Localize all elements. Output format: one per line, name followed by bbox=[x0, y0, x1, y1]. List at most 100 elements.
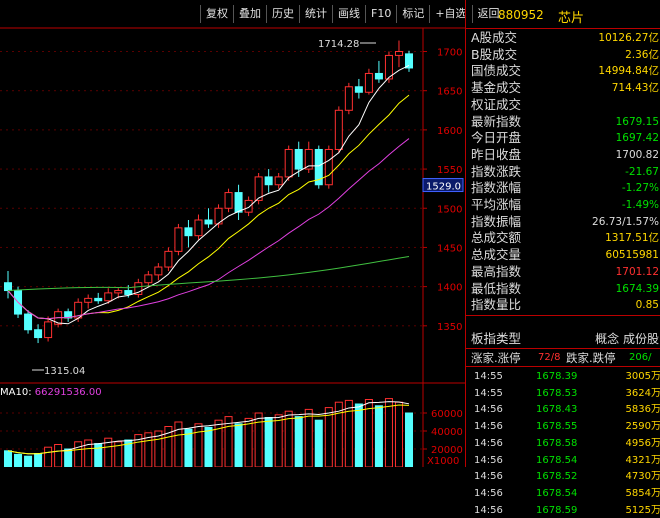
tick-volume: 2590万 bbox=[625, 421, 660, 433]
toolbar-stats-button[interactable]: 统计 bbox=[299, 5, 332, 23]
candle-body bbox=[234, 192, 243, 213]
volume-bar bbox=[394, 401, 403, 468]
quote-row-label: 今日开盘 bbox=[471, 130, 522, 146]
tick-volume: 4730万 bbox=[625, 471, 660, 483]
price-axis-label: 1400 bbox=[437, 283, 462, 294]
tick-price: 1678.53 bbox=[536, 387, 578, 399]
toolbar-draw-button[interactable]: 画线 bbox=[332, 5, 365, 23]
kline-chart[interactable]: 1700 1650 1600 1550 1500 1450 1400 1350 1529.0 17… bbox=[0, 0, 500, 468]
candle-body bbox=[3, 282, 13, 292]
quote-row-value: 26.73/1.57% bbox=[592, 215, 659, 228]
candle-body bbox=[154, 266, 163, 276]
ma10-readout: MA10: 66291536.00 bbox=[0, 387, 102, 398]
tick-price: 1678.43 bbox=[536, 404, 578, 416]
down-count-value: 206/ bbox=[629, 352, 652, 363]
low-price-label: 1315.04 bbox=[44, 366, 85, 377]
toolbar-f10-button[interactable]: F10 bbox=[365, 5, 396, 23]
candle-body bbox=[164, 250, 173, 268]
volume-bar bbox=[384, 398, 393, 468]
toolbar-fuquan-button[interactable]: 复权 bbox=[200, 5, 233, 23]
volume-bar bbox=[34, 453, 43, 468]
quote-row-value: -1.49% bbox=[621, 199, 659, 211]
volume-bar bbox=[194, 423, 203, 468]
quote-row-label: B股成交 bbox=[471, 46, 518, 62]
volume-bar bbox=[94, 443, 103, 468]
quote-row-value: 1679.15 bbox=[615, 115, 659, 128]
toolbar-history-button[interactable]: 历史 bbox=[266, 5, 299, 23]
price-axis-label: 1650 bbox=[437, 87, 462, 98]
candle-body bbox=[24, 313, 33, 331]
candle-body bbox=[244, 199, 253, 213]
up-count-label: 涨家.涨停 bbox=[471, 351, 521, 365]
price-axis-label: 1700 bbox=[437, 48, 462, 59]
tick-time: 14:56 bbox=[474, 487, 503, 499]
ma60-line bbox=[7, 255, 410, 292]
quote-row-label: 昨日收盘 bbox=[471, 146, 522, 162]
quote-row-label: 指数涨幅 bbox=[471, 180, 522, 196]
tick-row: 14:56 1678.54 5854万 bbox=[466, 486, 660, 501]
candle-body bbox=[224, 192, 233, 209]
chart-toolbar: 复权 叠加 历史 统计 画线 F10 标记 +自选 返回 bbox=[200, 5, 505, 23]
quote-row-value: 10126.27亿 bbox=[598, 32, 659, 44]
volume-bar bbox=[204, 426, 213, 468]
candle-body bbox=[284, 148, 293, 178]
quote-row-value: 60515981 bbox=[605, 249, 659, 262]
candle-body bbox=[324, 148, 333, 186]
volume-bar bbox=[254, 412, 263, 468]
volume-bar bbox=[54, 444, 63, 468]
quote-row-value: 1701.12 bbox=[615, 265, 659, 278]
quote-row: 最高指数 1701.12 bbox=[466, 264, 660, 280]
tick-volume: 5836万 bbox=[625, 404, 660, 416]
quote-row-label: 总成交额 bbox=[471, 230, 522, 246]
divider bbox=[466, 315, 660, 316]
current-price-tag-label: 1529.0 bbox=[426, 182, 461, 193]
volume-bar bbox=[364, 399, 373, 468]
volume-bar bbox=[234, 423, 243, 468]
stock-header: 880952 芯片 bbox=[466, 5, 660, 27]
quote-row-label: 基金成交 bbox=[471, 80, 522, 96]
price-axis-label: 1350 bbox=[437, 322, 462, 333]
volume-bar bbox=[404, 412, 414, 468]
tick-volume: 3005万 bbox=[625, 371, 660, 382]
tick-time: 14:56 bbox=[474, 437, 503, 449]
tick-price: 1678.55 bbox=[536, 421, 578, 433]
quote-row: 权证成交 bbox=[466, 97, 660, 113]
board-type-label: 板指类型 bbox=[471, 331, 522, 346]
tick-price: 1678.54 bbox=[536, 487, 578, 499]
volume-bar bbox=[244, 417, 253, 468]
tick-volume: 4956万 bbox=[625, 437, 660, 449]
tick-time: 14:56 bbox=[474, 454, 503, 466]
volume-bar bbox=[324, 407, 333, 468]
quote-row-value: 2.36亿 bbox=[625, 48, 659, 61]
tick-time: 14:55 bbox=[474, 371, 503, 382]
volume-axis-label: 60000 bbox=[431, 409, 463, 420]
quote-row-value: -21.67 bbox=[625, 165, 659, 178]
quote-row-label: 指数涨跌 bbox=[471, 163, 522, 179]
quote-row: 指数量比 0.85 bbox=[466, 297, 660, 313]
volume-axis-label: 40000 bbox=[431, 427, 463, 438]
candle-body bbox=[124, 290, 133, 295]
ma20-line bbox=[7, 138, 410, 320]
board-type-value[interactable]: 概念 成份股 bbox=[595, 331, 659, 347]
tick-price: 1678.59 bbox=[536, 504, 578, 516]
candle-body bbox=[344, 86, 353, 111]
candle-body bbox=[374, 72, 383, 80]
candle-body bbox=[204, 219, 213, 225]
quote-row: 指数涨幅 -1.27% bbox=[466, 180, 660, 196]
price-axis-label: 1450 bbox=[437, 243, 462, 254]
volume-bar bbox=[374, 405, 383, 468]
quote-row-label: 权证成交 bbox=[471, 96, 522, 112]
quote-row-value: 1674.39 bbox=[615, 282, 659, 295]
updown-row: 涨家.涨停 72/8 跌家.跌停 206/ bbox=[466, 350, 660, 366]
toolbar-overlay-button[interactable]: 叠加 bbox=[233, 5, 266, 23]
quote-row-value: 14994.84亿 bbox=[598, 65, 659, 78]
tick-volume: 5854万 bbox=[625, 487, 660, 499]
quote-row: 指数振幅 26.73/1.57% bbox=[466, 214, 660, 230]
tick-row: 14:56 1678.59 5125万 bbox=[466, 503, 660, 518]
volume-bar bbox=[274, 414, 283, 468]
quote-row: 今日开盘 1697.42 bbox=[466, 130, 660, 146]
tick-volume: 5125万 bbox=[625, 504, 660, 516]
toolbar-mark-button[interactable]: 标记 bbox=[396, 5, 429, 23]
tick-row: 14:56 1678.43 5836万 bbox=[466, 402, 660, 417]
candle-body bbox=[144, 274, 153, 284]
